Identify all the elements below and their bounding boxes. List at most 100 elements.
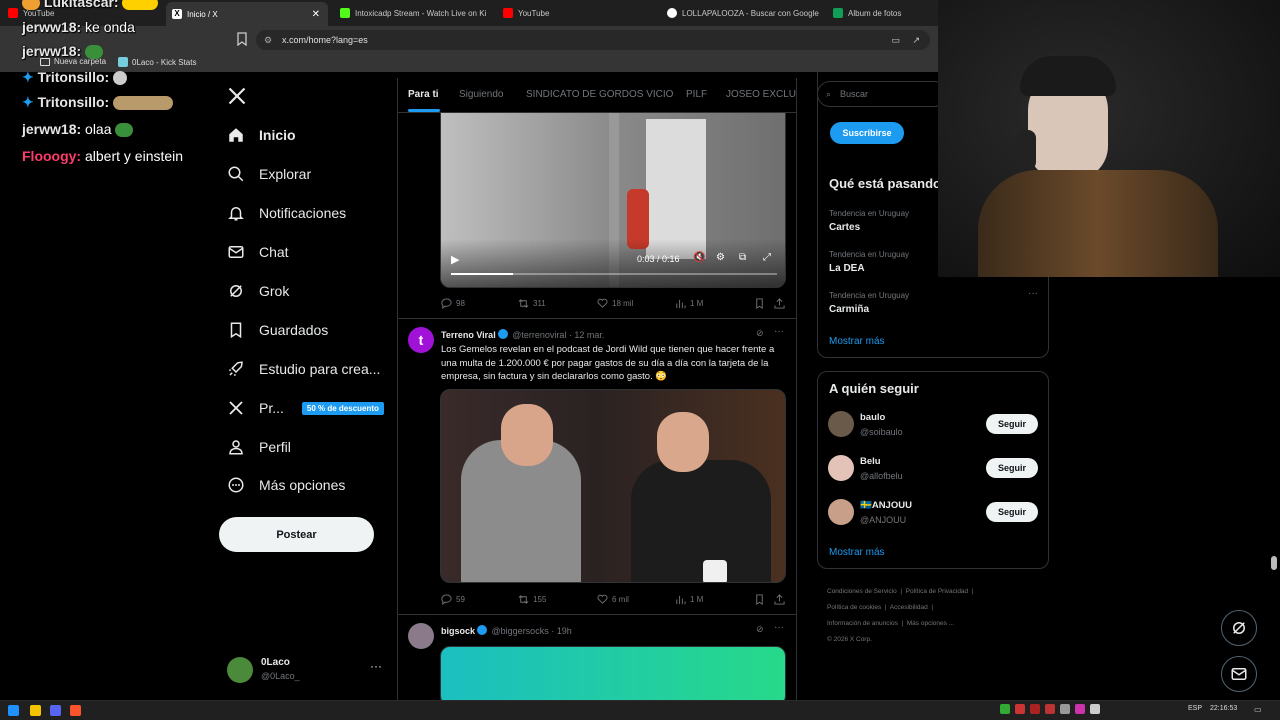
nav-label: Estudio para crea... [259,361,381,377]
screen-icon[interactable]: ▭ [891,30,900,50]
tab-list-joseo[interactable]: JOSEO EXCLUSI [726,89,796,100]
more-dots-icon[interactable]: ··· [370,659,382,673]
tab-kick[interactable]: Intoxicadp Stream - Watch Live on Ki [334,4,494,22]
brave-icon[interactable] [70,705,81,716]
tray-icon[interactable] [1000,704,1010,714]
tab-youtube-2[interactable]: YouTube [497,4,657,22]
post-button[interactable]: Postear [219,517,374,552]
like-button[interactable]: 18 mil [597,298,633,309]
nav-notifications[interactable]: Notificaciones [227,204,346,222]
author-name[interactable]: bigsock [441,626,475,636]
share-icon[interactable]: ↗ [912,30,920,50]
discord-icon[interactable] [50,705,61,716]
fullscreen-icon[interactable]: ⤢ [763,252,771,263]
tweet-image[interactable] [440,389,786,583]
more-dots-icon[interactable]: ··· [774,622,784,633]
footer-link[interactable]: Más opciones ... [907,620,954,627]
follow-button[interactable]: Seguir [986,502,1038,522]
tab-google[interactable]: LOLLAPALOOZA - Buscar con Google [661,4,823,22]
tray-icon[interactable] [1045,704,1055,714]
tray-icon[interactable] [1015,704,1025,714]
language-indicator[interactable]: ESP [1188,705,1202,712]
reply-button[interactable]: 59 [441,594,465,605]
x-icon [229,401,243,415]
video-progress-track[interactable] [451,273,777,275]
tweet-image[interactable] [440,646,786,700]
pip-icon[interactable]: ⧉ [739,252,746,263]
clock[interactable]: 22:16:53 [1210,705,1237,712]
badge-icon: ✦ [22,94,34,110]
mute-icon[interactable]: 🔇 [693,252,705,263]
footer-link[interactable]: Accesibilidad [890,604,928,611]
nav-bookmarks[interactable]: Guardados [227,321,328,339]
tab-for-you[interactable]: Para ti [408,89,439,100]
close-tab-icon[interactable]: ✕ [312,9,320,20]
repost-button[interactable]: 311 [518,298,546,309]
share-button[interactable] [774,594,785,605]
site-settings-icon[interactable]: ⚙ [264,30,272,50]
video-player[interactable]: ▶ 0:03 / 0:16 🔇 ⚙ ⧉ ⤢ [440,98,786,288]
tab-list-sindicato[interactable]: SINDICATO DE GORDOS VICIO [526,89,673,100]
grok-icon [230,285,242,297]
account-switcher[interactable]: 0Laco @0Laco_ ··· [227,657,392,687]
tray-icon[interactable] [1075,704,1085,714]
tab-photos[interactable]: Album de fotos [827,4,937,22]
trend-name: Cartes [829,222,861,233]
play-icon[interactable]: ▶ [451,253,459,266]
nav-premium[interactable]: Pr... 50 % de descuento [227,399,384,417]
footer-link[interactable]: Política de cookies [827,604,881,611]
who-to-follow-panel: A quién seguir baulo @soibaulo Seguir Be… [817,371,1049,569]
nav-grok[interactable]: Grok [227,282,289,300]
nav-creator-studio[interactable]: Estudio para crea... [227,360,380,378]
author-handle[interactable]: @terrenoviral [512,330,566,340]
reply-button[interactable]: 98 [441,298,465,309]
grok-float-button[interactable] [1221,610,1257,646]
tray-icon[interactable] [1090,704,1100,714]
notification-icon[interactable]: ▭ [1254,705,1262,714]
footer-link[interactable]: Información de anuncios [827,620,898,627]
bookmark-button[interactable] [754,298,765,309]
show-more-trends[interactable]: Mostrar más [829,336,885,347]
author-name[interactable]: Terreno Viral [441,330,496,340]
nav-home[interactable]: Inicio [227,126,296,144]
x-logo-icon[interactable] [227,86,247,111]
nav-more-options[interactable]: Más opciones [227,476,345,494]
views-button[interactable]: 1 M [675,594,703,605]
tab-list-pilf[interactable]: PILF [686,89,707,100]
settings-icon[interactable]: ⚙ [716,252,725,263]
start-icon[interactable] [8,705,19,716]
grok-icon[interactable]: ⊘ [756,624,764,635]
tweet-date[interactable]: · 19h [551,626,572,636]
messages-float-button[interactable] [1221,656,1257,692]
more-dots-icon[interactable]: ··· [774,326,784,337]
follow-button[interactable]: Seguir [986,414,1038,434]
nav-profile[interactable]: Perfil [227,438,291,456]
views-button[interactable]: 1 M [675,298,703,309]
bookmark-button[interactable] [754,594,765,605]
more-dots-icon[interactable]: ··· [1028,288,1038,299]
footer-link[interactable]: Condiciones de Servicio [827,588,897,595]
bookmark-star-icon[interactable] [236,32,248,49]
heart-icon [597,594,608,604]
url-field[interactable]: ⚙ x.com/home?lang=es ▭ ↗ [256,30,930,50]
follow-button[interactable]: Seguir [986,458,1038,478]
tweet-date[interactable]: · 12 mar. [569,330,605,340]
share-button[interactable] [774,298,785,309]
repost-button[interactable]: 155 [518,594,546,605]
nav-explore[interactable]: Explorar [227,165,311,183]
tab-following[interactable]: Siguiendo [459,89,503,100]
show-more-follow[interactable]: Mostrar más [829,547,885,558]
avatar[interactable]: t [408,327,434,353]
chat-message: Flooogy: albert y einstein [22,148,183,164]
footer-link[interactable]: Política de Privacidad [906,588,969,595]
page-scrollbar[interactable] [1271,556,1277,570]
avatar[interactable] [408,623,434,649]
tray-icon[interactable] [1030,704,1040,714]
tray-icon[interactable] [1060,704,1070,714]
author-handle[interactable]: @biggersocks [492,626,549,636]
share-icon [774,298,785,309]
grok-icon[interactable]: ⊘ [756,328,764,339]
file-explorer-icon[interactable] [30,705,41,716]
nav-chat[interactable]: Chat [227,243,289,261]
like-button[interactable]: 6 mil [597,594,629,605]
